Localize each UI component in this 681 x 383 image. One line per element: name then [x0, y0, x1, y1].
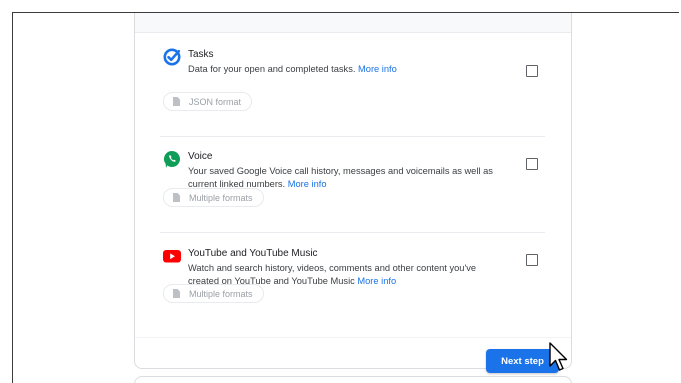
browser-viewport: Tasks Data for your open and completed t…	[12, 12, 679, 383]
product-name: YouTube and YouTube Music	[188, 248, 318, 259]
product-tasks: Tasks Data for your open and completed t…	[160, 48, 545, 118]
document-icon	[173, 193, 180, 202]
document-icon	[173, 97, 180, 106]
more-info-link[interactable]: More info	[357, 276, 396, 286]
footer-divider	[135, 337, 571, 338]
product-voice: Voice Your saved Google Voice call histo…	[160, 150, 545, 220]
include-tasks-checkbox[interactable]	[526, 65, 538, 77]
product-name: Tasks	[188, 49, 214, 60]
next-card-edge	[134, 376, 572, 383]
document-icon	[173, 289, 180, 298]
format-label: JSON format	[189, 96, 242, 107]
mouse-pointer-icon	[549, 342, 568, 371]
divider	[160, 232, 545, 233]
more-info-link[interactable]: More info	[358, 64, 397, 74]
format-label: Multiple formats	[189, 192, 253, 203]
more-info-link[interactable]: More info	[288, 179, 327, 189]
tasks-icon	[163, 48, 181, 66]
youtube-icon	[163, 247, 181, 265]
format-chip[interactable]: JSON format	[163, 92, 253, 111]
product-youtube: YouTube and YouTube Music Watch and sear…	[160, 247, 545, 317]
include-voice-checkbox[interactable]	[526, 158, 538, 170]
include-youtube-checkbox[interactable]	[526, 254, 538, 266]
format-chip[interactable]: Multiple formats	[163, 284, 264, 303]
voice-icon	[163, 150, 181, 168]
export-products-card: Tasks Data for your open and completed t…	[134, 13, 572, 373]
format-chip[interactable]: Multiple formats	[163, 188, 264, 207]
product-description: Data for your open and completed tasks. …	[188, 64, 397, 74]
card-top-strip	[135, 13, 571, 33]
format-label: Multiple formats	[189, 288, 253, 299]
divider	[160, 136, 545, 137]
product-name: Voice	[188, 151, 213, 162]
